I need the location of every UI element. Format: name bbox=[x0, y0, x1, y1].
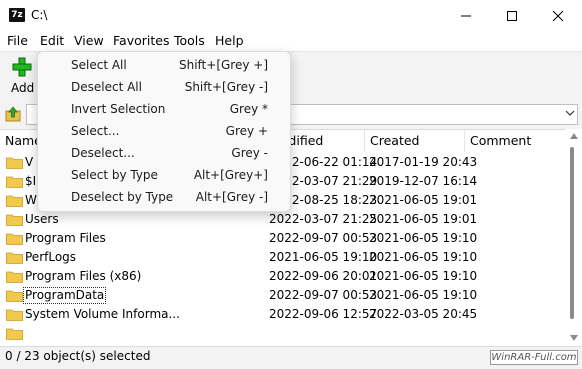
table-row[interactable]: System Volume Informa... 2022-09-06 12:5… bbox=[0, 305, 565, 324]
app-icon: 7z bbox=[9, 8, 25, 22]
row-modified: 2022-09-07 00:53 bbox=[269, 231, 378, 245]
folder-icon bbox=[6, 176, 23, 188]
folder-icon bbox=[6, 271, 23, 283]
maximize-icon bbox=[507, 10, 517, 21]
minimize-button[interactable] bbox=[443, 0, 489, 31]
menu-item-label: Select by Type bbox=[71, 168, 158, 182]
row-name: Program Files bbox=[25, 231, 106, 245]
watermark-logo: WinRAR-Full.com bbox=[490, 350, 578, 365]
folder-icon bbox=[6, 214, 23, 226]
edit-menu-dropdown: Select All Shift+[Grey +] Deselect All S… bbox=[37, 51, 291, 212]
menu-item-label: Select... bbox=[71, 124, 120, 138]
row-modified: 2022-09-06 12:57 bbox=[269, 307, 378, 321]
menu-item-shortcut: Grey + bbox=[225, 124, 268, 138]
row-name: Users bbox=[25, 212, 59, 226]
menu-item-label: Deselect All bbox=[71, 80, 142, 94]
menu-bar: File Edit View Favorites Tools Help bbox=[0, 31, 582, 51]
menu-item-shortcut: Shift+[Grey +] bbox=[178, 58, 268, 72]
up-folder-icon[interactable] bbox=[5, 106, 21, 122]
menu-item-select-by-type[interactable]: Select by Type Alt+[Grey+] bbox=[38, 164, 290, 186]
menu-favorites[interactable]: Favorites bbox=[113, 33, 169, 48]
menu-item-label: Select All bbox=[71, 58, 127, 72]
row-created: 2022-03-05 20:45 bbox=[369, 307, 478, 321]
menu-item-label: Deselect... bbox=[71, 146, 135, 160]
add-plus-icon[interactable] bbox=[12, 57, 32, 77]
scroll-up-icon[interactable] bbox=[570, 133, 578, 139]
menu-item-shortcut: Shift+[Grey -] bbox=[184, 80, 268, 94]
row-created: 2021-06-05 19:10 bbox=[369, 269, 478, 283]
column-header-created[interactable]: Created bbox=[365, 130, 465, 152]
scroll-down-icon[interactable] bbox=[570, 335, 578, 341]
menu-item-deselect-by-type[interactable]: Deselect by Type Alt+[Grey -] bbox=[38, 186, 290, 208]
row-created: 2019-12-07 16:14 bbox=[369, 174, 478, 188]
menu-edit[interactable]: Edit bbox=[40, 33, 64, 48]
table-row[interactable]: Program Files (x86) 2022-09-06 20:01 202… bbox=[0, 267, 565, 286]
row-modified: 2021-06-05 19:10 bbox=[269, 250, 378, 264]
row-name: System Volume Informa... bbox=[25, 307, 180, 321]
row-created: 2021-06-05 19:10 bbox=[369, 250, 478, 264]
maximize-button[interactable] bbox=[489, 0, 535, 31]
table-row[interactable]: ProgramData 2022-09-07 00:53 2021-06-05 … bbox=[0, 286, 565, 305]
folder-icon bbox=[6, 157, 23, 169]
close-icon bbox=[552, 10, 564, 21]
row-name-focused: ProgramData bbox=[23, 287, 107, 304]
title-bar: 7z C:\ bbox=[0, 0, 582, 31]
table-row[interactable]: Program Files 2022-09-07 00:53 2021-06-0… bbox=[0, 229, 565, 248]
menu-item-select[interactable]: Select... Grey + bbox=[38, 120, 290, 142]
folder-icon bbox=[6, 290, 23, 302]
folder-icon bbox=[6, 233, 23, 245]
table-row[interactable] bbox=[0, 324, 565, 343]
menu-item-deselect-all[interactable]: Deselect All Shift+[Grey -] bbox=[38, 76, 290, 98]
scrollbar-thumb[interactable] bbox=[570, 147, 574, 319]
table-row[interactable]: Users 2022-03-07 21:25 2021-06-05 19:01 bbox=[0, 210, 565, 229]
menu-view[interactable]: View bbox=[74, 33, 104, 48]
menu-item-select-all[interactable]: Select All Shift+[Grey +] bbox=[38, 54, 290, 76]
row-created: 2021-06-05 19:01 bbox=[369, 212, 478, 226]
menu-item-shortcut: Grey * bbox=[229, 102, 268, 116]
row-created: 2017-01-19 20:43 bbox=[369, 155, 478, 169]
row-modified: 2022-09-06 20:01 bbox=[269, 269, 378, 283]
menu-item-label: Deselect by Type bbox=[71, 190, 174, 204]
row-name: $I bbox=[25, 174, 37, 188]
menu-file[interactable]: File bbox=[7, 33, 28, 48]
row-name: W bbox=[25, 193, 37, 207]
row-created: 2021-06-05 19:01 bbox=[369, 193, 478, 207]
folder-icon bbox=[6, 328, 23, 340]
folder-icon bbox=[6, 195, 23, 207]
chevron-down-icon[interactable] bbox=[565, 110, 575, 118]
column-header-comment[interactable]: Comment bbox=[465, 130, 565, 152]
row-modified: 2022-03-07 21:25 bbox=[269, 212, 378, 226]
row-created: 2021-06-05 19:10 bbox=[369, 288, 478, 302]
row-name: V bbox=[25, 155, 34, 169]
window-title: C:\ bbox=[31, 8, 48, 22]
menu-item-shortcut: Grey - bbox=[231, 146, 268, 160]
minimize-icon bbox=[461, 15, 471, 16]
add-button-label[interactable]: Add bbox=[11, 81, 34, 95]
row-name: Program Files (x86) bbox=[25, 269, 142, 283]
table-row[interactable]: PerfLogs 2021-06-05 19:10 2021-06-05 19:… bbox=[0, 248, 565, 267]
status-text: 0 / 23 object(s) selected bbox=[5, 349, 151, 363]
menu-tools[interactable]: Tools bbox=[174, 33, 205, 48]
menu-item-shortcut: Alt+[Grey -] bbox=[195, 190, 268, 204]
menu-help[interactable]: Help bbox=[215, 33, 244, 48]
folder-icon bbox=[6, 309, 23, 321]
folder-icon bbox=[6, 252, 23, 264]
menu-item-shortcut: Alt+[Grey+] bbox=[193, 168, 268, 182]
menu-item-invert-selection[interactable]: Invert Selection Grey * bbox=[38, 98, 290, 120]
row-created: 2021-06-05 19:10 bbox=[369, 231, 478, 245]
menu-item-label: Invert Selection bbox=[71, 102, 166, 116]
row-name: PerfLogs bbox=[25, 250, 77, 264]
close-button[interactable] bbox=[535, 0, 581, 31]
menu-item-deselect[interactable]: Deselect... Grey - bbox=[38, 142, 290, 164]
row-modified: 2022-09-07 00:53 bbox=[269, 288, 378, 302]
